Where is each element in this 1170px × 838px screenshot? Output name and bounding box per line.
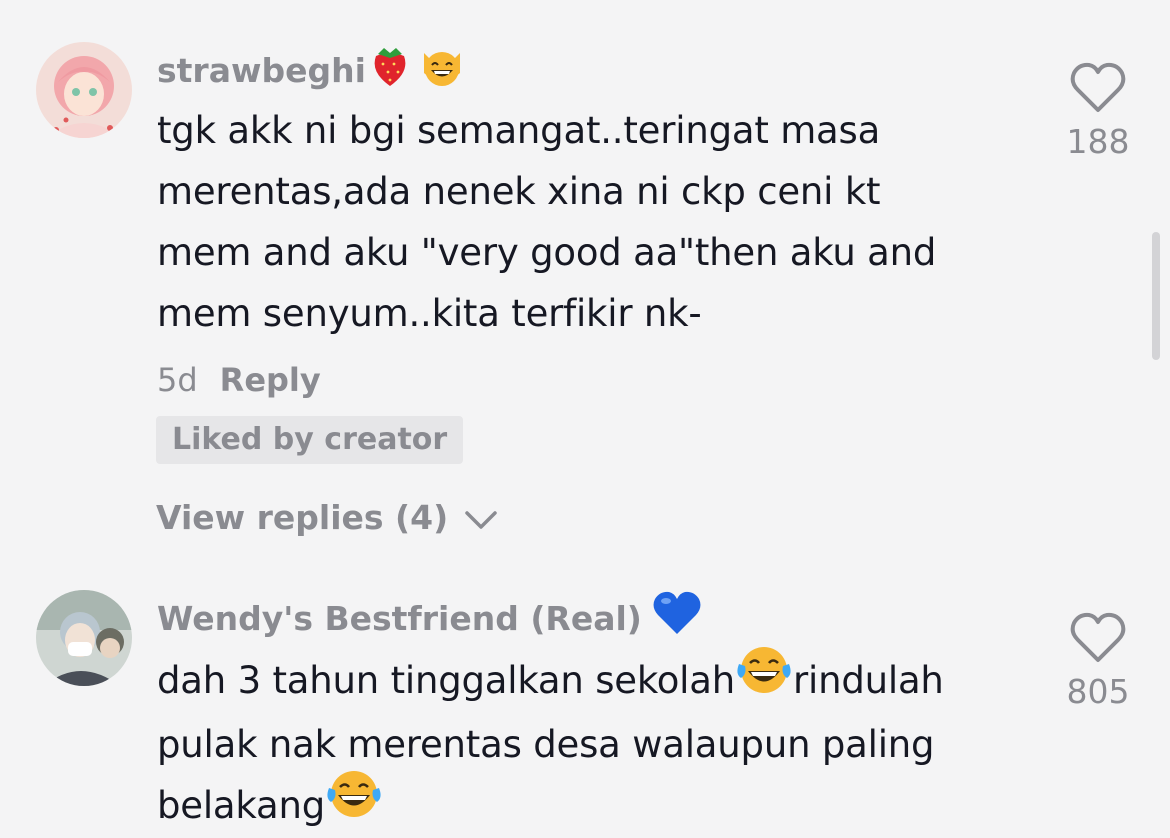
comment-text: tgk akk ni bgi semangat..teringat masa m… (157, 109, 937, 335)
heart-icon[interactable] (1048, 62, 1148, 114)
chevron-down-icon (464, 500, 498, 540)
avatar[interactable] (36, 42, 132, 138)
username[interactable]: strawbeghi (157, 48, 464, 97)
blue-heart-icon (652, 590, 702, 645)
username[interactable]: Wendy's Bestfriend (Real) (157, 591, 702, 645)
scrollbar[interactable] (1152, 232, 1160, 360)
like-count: 805 (1066, 672, 1130, 711)
comment-time: 5d (157, 361, 198, 399)
liked-by-creator-badge: Liked by creator (156, 416, 464, 464)
comment-text: dah 3 tahun tinggalkan sekolah rindulah … (157, 646, 1037, 838)
tears-of-joy-icon (325, 768, 383, 838)
reply-button[interactable]: Reply (220, 361, 321, 399)
heart-icon[interactable] (1048, 612, 1148, 664)
like-count: 188 (1066, 122, 1130, 161)
view-replies-button[interactable]: View replies (4) (156, 498, 498, 540)
grinning-cat-icon (420, 43, 464, 96)
comment-meta: 5d Reply (157, 360, 321, 400)
like-button[interactable]: 188 (1048, 62, 1148, 162)
tears-of-joy-icon (735, 644, 793, 714)
like-button[interactable]: 805 (1048, 612, 1148, 712)
avatar[interactable] (36, 590, 132, 686)
strawberry-icon (368, 42, 412, 97)
